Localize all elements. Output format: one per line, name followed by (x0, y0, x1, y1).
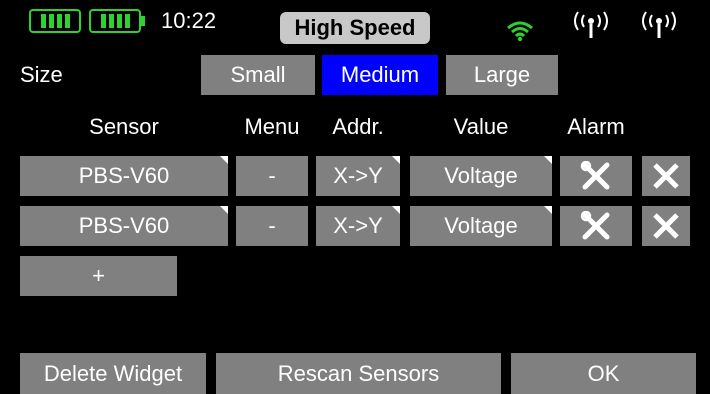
header-alarm: Alarm (567, 114, 625, 139)
add-sensor-button[interactable]: + (20, 256, 177, 296)
header-addr: Addr. (332, 114, 384, 139)
value-select-button[interactable]: Voltage (410, 206, 552, 246)
size-small-button[interactable]: Small (201, 55, 315, 95)
clock: 10:22 (161, 8, 217, 33)
sensor-select-button[interactable]: PBS-V60 (20, 206, 228, 246)
close-icon (653, 213, 679, 239)
alarm-settings-button[interactable] (560, 156, 632, 196)
receiver-battery-icon (89, 9, 141, 33)
tools-icon (580, 211, 610, 240)
tools-icon (580, 161, 610, 190)
ok-button[interactable]: OK (511, 353, 696, 394)
sensor-select-button[interactable]: PBS-V60 (20, 156, 228, 196)
antenna-1-icon (574, 11, 608, 38)
menu-select-button[interactable]: - (236, 156, 308, 196)
size-medium-button[interactable]: Medium (322, 55, 438, 95)
close-icon (653, 163, 679, 189)
antenna-2-icon (642, 11, 676, 38)
delete-row-button[interactable] (642, 206, 690, 246)
header-value: Value (453, 114, 509, 139)
delete-widget-button[interactable]: Delete Widget (20, 353, 206, 394)
wifi-icon (507, 21, 533, 42)
transmitter-battery-icon (29, 9, 81, 33)
size-label: Size (20, 62, 63, 87)
address-select-button[interactable]: X->Y (316, 156, 400, 196)
address-select-button[interactable]: X->Y (316, 206, 400, 246)
header-sensor: Sensor (89, 114, 159, 139)
battery-cap-icon (141, 16, 145, 26)
mode-label: High Speed (294, 15, 416, 40)
delete-row-button[interactable] (642, 156, 690, 196)
header-menu: Menu (244, 114, 300, 139)
rescan-sensors-button[interactable]: Rescan Sensors (216, 353, 501, 394)
size-large-button[interactable]: Large (446, 55, 558, 95)
alarm-settings-button[interactable] (560, 206, 632, 246)
menu-select-button[interactable]: - (236, 206, 308, 246)
value-select-button[interactable]: Voltage (410, 156, 552, 196)
